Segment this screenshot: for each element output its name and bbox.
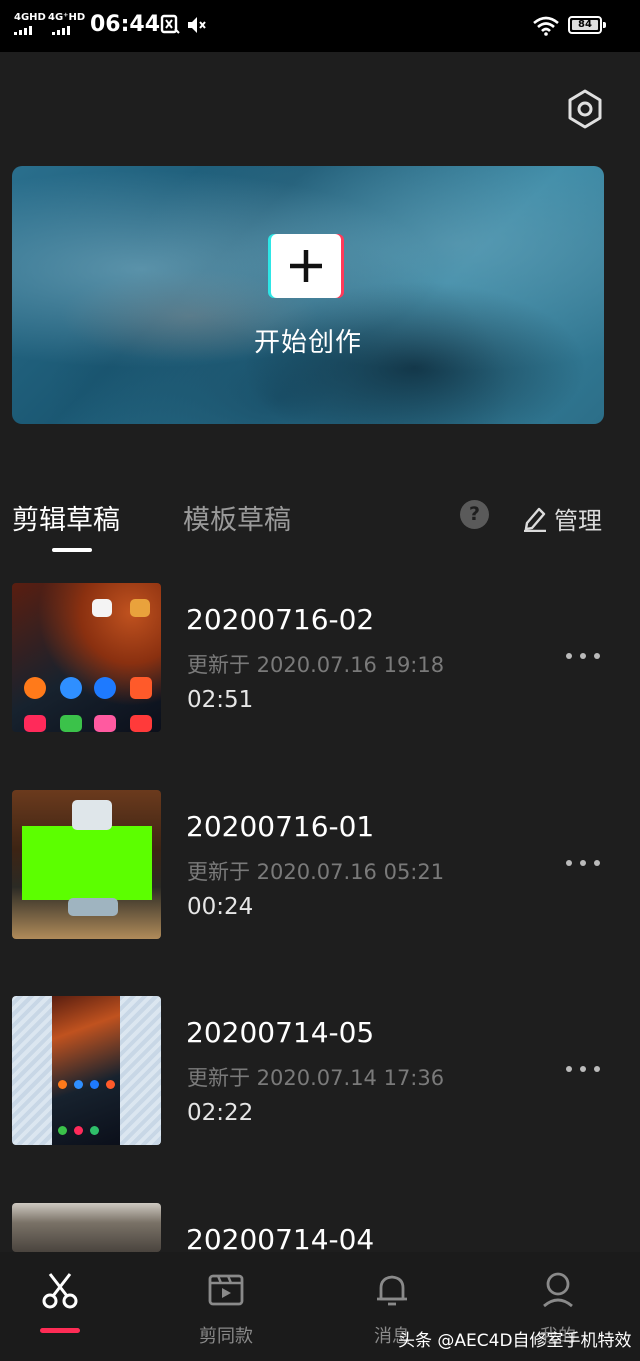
- start-creation-banner[interactable]: 开始创作: [12, 166, 604, 424]
- settings-hexagon-icon: [568, 89, 602, 129]
- draft-duration: 00:24: [187, 894, 254, 920]
- draft-item[interactable]: 20200714-05 更新于 2020.07.14 17:36 02:22: [0, 996, 640, 1156]
- draft-item[interactable]: 20200716-02 更新于 2020.07.16 19:18 02:51: [0, 583, 640, 743]
- clock: 06:44: [90, 12, 161, 37]
- settings-button[interactable]: [566, 88, 604, 130]
- draft-duration: 02:22: [187, 1100, 254, 1126]
- nav-edit[interactable]: [0, 1252, 120, 1361]
- signal-1-icon: [14, 26, 32, 35]
- more-options-icon[interactable]: [566, 1066, 600, 1074]
- scissors-icon: [42, 1273, 78, 1309]
- manage-button[interactable]: 管理: [522, 502, 602, 535]
- more-options-icon[interactable]: [566, 653, 600, 661]
- battery-icon: 84: [568, 16, 606, 34]
- network-type-1: 4GHD: [14, 12, 46, 23]
- draft-title: 20200716-02: [186, 603, 375, 636]
- nav-templates-label: 剪同款: [199, 1326, 253, 1347]
- draft-title: 20200716-01: [186, 810, 375, 843]
- draft-updated-time: 更新于 2020.07.16 19:18: [187, 653, 445, 677]
- status-bar: 4GHD 4G⁺HD 06:44 84: [0, 0, 640, 52]
- nav-templates[interactable]: 剪同款: [166, 1252, 286, 1361]
- edit-pencil-icon: [524, 507, 546, 532]
- draft-thumbnail: [12, 1203, 161, 1252]
- battery-level: 84: [578, 19, 592, 30]
- start-creation-label: 开始创作: [253, 328, 362, 358]
- plus-icon: [290, 250, 322, 282]
- watermark: 头条 @AEC4D自修室手机特效: [398, 1331, 632, 1351]
- draft-thumbnail: [12, 996, 161, 1145]
- create-project-button[interactable]: [271, 234, 341, 298]
- tab-active-indicator: [52, 548, 92, 552]
- tab-edit-drafts[interactable]: 剪辑草稿: [12, 498, 120, 537]
- network-type-2: 4G⁺HD: [48, 12, 86, 23]
- draft-duration: 02:51: [187, 687, 254, 713]
- draft-title: 20200714-05: [186, 1016, 375, 1049]
- draft-item[interactable]: 20200716-01 更新于 2020.07.16 05:21 00:24: [0, 790, 640, 950]
- more-options-icon[interactable]: [566, 860, 600, 868]
- template-play-icon: [208, 1274, 244, 1306]
- person-icon: [543, 1272, 573, 1308]
- tab-template-drafts[interactable]: 模板草稿: [183, 498, 291, 537]
- mute-icon: [188, 17, 206, 33]
- wifi-icon: [533, 16, 559, 36]
- signal-2-icon: [52, 26, 70, 35]
- manage-label: 管理: [554, 506, 602, 535]
- draft-thumbnail: [12, 790, 161, 939]
- draft-updated-time: 更新于 2020.07.16 05:21: [187, 860, 445, 884]
- draft-updated-time: 更新于 2020.07.14 17:36: [187, 1066, 445, 1090]
- help-icon[interactable]: ?: [460, 500, 489, 529]
- draft-thumbnail: [12, 583, 161, 732]
- nav-active-indicator: [40, 1328, 80, 1333]
- bell-icon: [377, 1275, 407, 1306]
- nfc-icon: [160, 14, 180, 34]
